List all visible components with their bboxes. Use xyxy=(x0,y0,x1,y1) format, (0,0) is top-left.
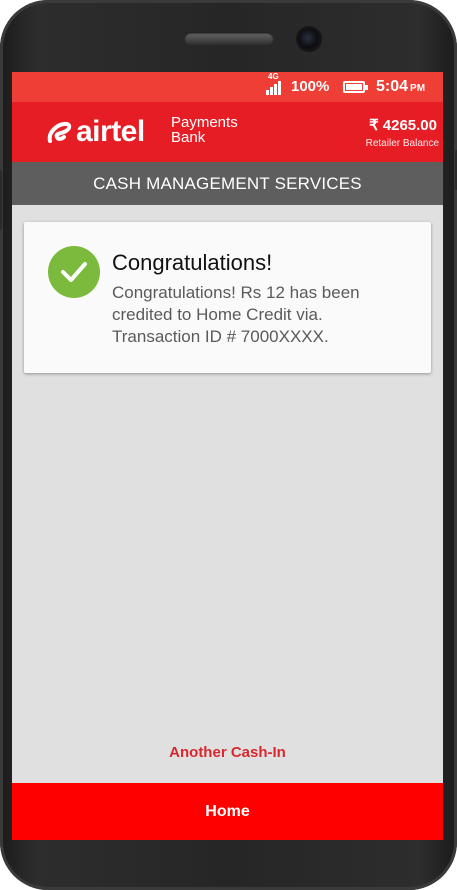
phone-frame: 4G 100% 5:04 PM airtel Payments Bank ₹ 426… xyxy=(0,0,457,890)
logo-sub-line2: Bank xyxy=(171,129,206,146)
signal-icon xyxy=(266,81,281,95)
another-cash-in-link[interactable]: Another Cash-In xyxy=(12,744,443,761)
page-title: CASH MANAGEMENT SERVICES xyxy=(12,162,443,205)
home-button[interactable]: Home xyxy=(12,783,443,840)
card-message: Congratulations! Rs 12 has been credited… xyxy=(112,283,360,346)
logo-subtitle: Payments Bank xyxy=(171,115,238,145)
clock-time: 5:04 xyxy=(376,78,409,95)
status-bar: 4G 100% 5:04 PM xyxy=(12,72,443,102)
success-card: Congratulations! Congratulations! Rs 12 … xyxy=(24,222,431,373)
power-button xyxy=(0,170,2,230)
app-bar: airtel Payments Bank ₹ 4265.00 Retailer B… xyxy=(12,102,443,162)
earpiece-speaker xyxy=(184,32,274,46)
airtel-swirl-icon xyxy=(47,121,72,143)
checkmark-icon xyxy=(61,262,87,282)
logo-word: airtel xyxy=(76,115,145,148)
retailer-balance-amount: ₹ 4265.00 xyxy=(369,117,437,134)
screen: 4G 100% 5:04 PM airtel Payments Bank ₹ 426… xyxy=(12,72,443,840)
front-camera xyxy=(298,28,320,50)
battery-percent: 100% xyxy=(291,78,330,95)
clock-suffix: PM xyxy=(410,83,426,94)
card-title: Congratulations! xyxy=(112,250,273,275)
retailer-balance-label: Retailer Balance xyxy=(365,138,439,149)
clock: 5:04 PM xyxy=(376,78,425,96)
check-circle-icon xyxy=(48,246,100,298)
battery-icon xyxy=(343,81,368,93)
